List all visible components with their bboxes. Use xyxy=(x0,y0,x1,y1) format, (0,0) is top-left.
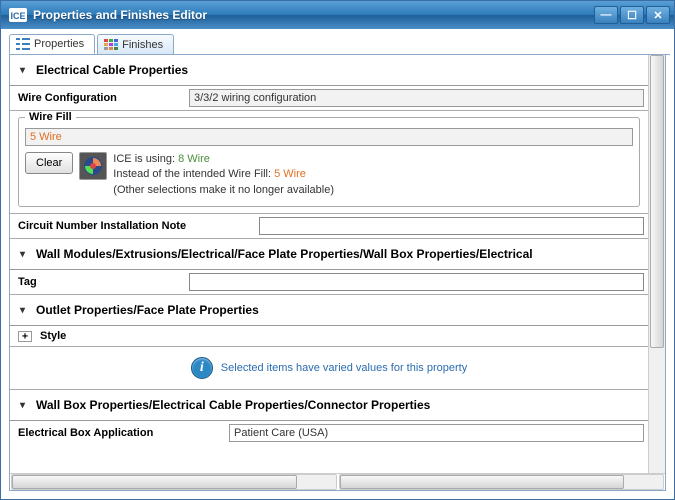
tab-properties-label: Properties xyxy=(34,38,84,50)
chevron-down-icon: ▾ xyxy=(20,400,36,411)
grid-icon xyxy=(104,39,118,51)
horizontal-scrollbar-right[interactable] xyxy=(339,474,665,490)
window: ICE Properties and Finishes Editor — ☐ ✕… xyxy=(0,0,675,500)
wire-configuration-label: Wire Configuration xyxy=(10,88,185,108)
wire-fill-value[interactable]: 5 Wire xyxy=(25,128,633,146)
tab-finishes[interactable]: Finishes xyxy=(97,34,174,54)
wire-configuration-value[interactable]: 3/3/2 wiring configuration xyxy=(189,89,644,107)
varied-note-text: Selected items have varied values for th… xyxy=(221,362,467,374)
close-button[interactable]: ✕ xyxy=(646,6,670,24)
section-title: Electrical Cable Properties xyxy=(36,63,188,77)
scrollbar-thumb[interactable] xyxy=(650,55,664,348)
palette-icon xyxy=(79,152,107,180)
app-icon: ICE xyxy=(9,8,27,22)
row-wire-configuration: Wire Configuration 3/3/2 wiring configur… xyxy=(10,86,648,111)
window-controls: — ☐ ✕ xyxy=(594,6,670,24)
titlebar[interactable]: ICE Properties and Finishes Editor — ☐ ✕ xyxy=(1,1,674,29)
tag-label: Tag xyxy=(10,272,185,292)
window-title: Properties and Finishes Editor xyxy=(31,8,594,22)
vertical-scrollbar[interactable] xyxy=(648,55,665,473)
scrollbar-thumb[interactable] xyxy=(340,475,625,489)
section-wall-box-properties[interactable]: ▾ Wall Box Properties/Electrical Cable P… xyxy=(10,389,648,421)
maximize-button[interactable]: ☐ xyxy=(620,6,644,24)
section-outlet-properties[interactable]: ▾ Outlet Properties/Face Plate Propertie… xyxy=(10,295,648,326)
chevron-down-icon: ▾ xyxy=(20,65,36,76)
row-style: + Style xyxy=(10,326,648,347)
properties-panel: ▾ Electrical Cable Properties Wire Confi… xyxy=(9,54,666,491)
circuit-note-input[interactable] xyxy=(259,217,644,235)
tabstrip: Properties Finishes xyxy=(9,34,670,55)
section-title: Wall Box Properties/Electrical Cable Pro… xyxy=(36,398,430,412)
horizontal-scrollbar-left[interactable] xyxy=(11,474,337,490)
tab-properties[interactable]: Properties xyxy=(9,34,95,54)
row-circuit-number-note: Circuit Number Installation Note xyxy=(10,213,648,239)
row-box-application: Electrical Box Application Patient Care … xyxy=(10,421,648,445)
section-title: Wall Modules/Extrusions/Electrical/Face … xyxy=(36,247,533,261)
wire-fill-group: Wire Fill 5 Wire Clear ICE is using: 8 W… xyxy=(18,117,640,207)
box-application-value[interactable]: Patient Care (USA) xyxy=(229,424,644,442)
wire-fill-legend: Wire Fill xyxy=(25,111,76,123)
section-electrical-cable[interactable]: ▾ Electrical Cable Properties xyxy=(10,55,648,86)
tag-input[interactable] xyxy=(189,273,644,291)
circuit-note-label: Circuit Number Installation Note xyxy=(10,216,255,236)
svg-text:ICE: ICE xyxy=(10,11,25,21)
list-icon xyxy=(16,38,30,50)
expand-icon[interactable]: + xyxy=(18,331,32,342)
content-frame: Properties Finishes ▾ Electrical Cable P… xyxy=(1,29,674,499)
row-tag: Tag xyxy=(10,270,648,295)
wire-fill-info: Clear ICE is using: 8 Wire Instead of th… xyxy=(25,152,633,198)
clear-button[interactable]: Clear xyxy=(25,152,73,174)
tab-finishes-label: Finishes xyxy=(122,39,163,51)
properties-scrollpane[interactable]: ▾ Electrical Cable Properties Wire Confi… xyxy=(10,55,665,473)
box-application-label: Electrical Box Application xyxy=(10,423,225,443)
section-title: Outlet Properties/Face Plate Properties xyxy=(36,303,259,317)
chevron-down-icon: ▾ xyxy=(20,249,36,260)
varied-values-note: i Selected items have varied values for … xyxy=(10,347,648,389)
chevron-down-icon: ▾ xyxy=(20,305,36,316)
wire-fill-info-text: ICE is using: 8 Wire Instead of the inte… xyxy=(113,152,334,198)
info-icon: i xyxy=(191,357,213,379)
horizontal-scrollbars xyxy=(10,473,665,490)
section-wall-modules[interactable]: ▾ Wall Modules/Extrusions/Electrical/Fac… xyxy=(10,239,648,270)
scrollbar-thumb[interactable] xyxy=(12,475,297,489)
minimize-button[interactable]: — xyxy=(594,6,618,24)
style-label: Style xyxy=(40,330,66,342)
